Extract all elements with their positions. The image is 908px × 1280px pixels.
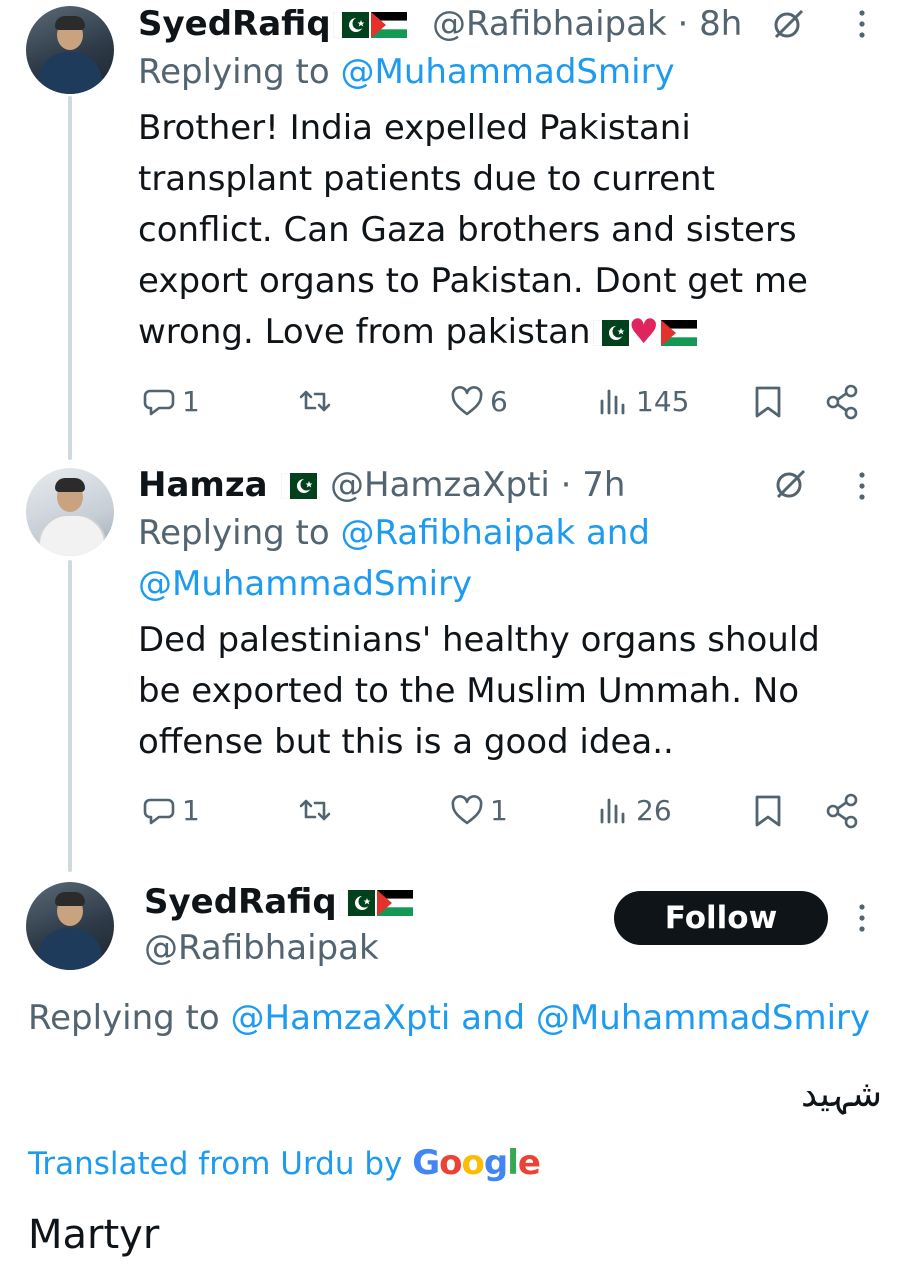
reply-button[interactable]: 1 — [142, 384, 200, 420]
pakistan-flag-icon — [281, 473, 317, 499]
tweet-text: Brother! India expelled Pakistani transp… — [138, 103, 808, 358]
handle[interactable]: @HamzaXpti — [330, 465, 550, 505]
more-options-icon[interactable] — [852, 468, 872, 504]
reply-button[interactable]: 1 — [142, 793, 200, 829]
display-name[interactable]: Hamza — [138, 463, 317, 507]
retweet-icon — [299, 390, 331, 412]
like-count: 1 — [490, 794, 508, 827]
like-button[interactable]: 1 — [450, 793, 508, 829]
heart-icon — [451, 795, 483, 825]
retweet-button[interactable] — [298, 384, 332, 418]
views-icon — [600, 389, 625, 415]
avatar[interactable] — [26, 882, 114, 970]
bookmark-icon[interactable] — [751, 384, 785, 420]
replying-to: Replying to @HamzaXpti and @MuhammadSmir… — [28, 998, 871, 1038]
more-options-icon[interactable] — [852, 900, 872, 936]
handle[interactable]: @Rafibhaipak — [144, 926, 379, 970]
heart-icon — [451, 386, 483, 416]
views-icon — [600, 798, 625, 824]
avatar[interactable] — [26, 6, 114, 94]
thread-line — [68, 560, 72, 872]
replying-to: Replying to @MuhammadSmiry — [138, 52, 675, 92]
grok-icon[interactable] — [770, 6, 806, 42]
timestamp[interactable]: · 8h — [677, 4, 742, 44]
follow-button[interactable]: Follow — [614, 891, 828, 945]
replying-to: Replying to @Rafibhaipak and — [138, 513, 650, 553]
display-name[interactable]: SyedRafiq — [144, 880, 413, 924]
like-button[interactable]: 6 — [450, 384, 508, 420]
views-button[interactable]: 145 — [596, 384, 689, 420]
view-count: 145 — [636, 385, 690, 418]
like-count: 6 — [490, 385, 508, 418]
grok-icon[interactable] — [772, 466, 808, 502]
mention-link[interactable]: @MuhammadSmiry — [138, 564, 472, 604]
translation-attribution[interactable]: Translated from Urdu by Google — [28, 1143, 541, 1184]
original-urdu-text: شہید — [800, 1074, 882, 1115]
google-logo: Google — [412, 1143, 541, 1183]
handle-and-time: @Rafibhaipak · 8h — [432, 2, 742, 46]
retweet-button[interactable] — [298, 793, 332, 827]
pakistan-flag-icon — [339, 890, 375, 916]
pakistan-flag-icon — [593, 320, 629, 346]
reply-icon — [143, 389, 175, 416]
timestamp[interactable]: · 7h — [561, 465, 626, 505]
palestine-flag-icon — [661, 320, 697, 346]
more-options-icon[interactable] — [852, 6, 872, 42]
thread-line — [68, 96, 72, 460]
replying-to-continued: @MuhammadSmiry — [138, 560, 472, 608]
bookmark-icon[interactable] — [751, 793, 785, 829]
palestine-flag-icon — [371, 12, 407, 38]
translated-text: Martyr — [28, 1212, 160, 1258]
mention-link[interactable]: @MuhammadSmiry — [341, 52, 675, 92]
mention-link[interactable]: @Rafibhaipak and — [341, 513, 650, 553]
tweet-text: Ded palestinians' healthy organs should … — [138, 620, 820, 762]
reply-count: 1 — [182, 385, 200, 418]
reply-count: 1 — [182, 794, 200, 827]
palestine-flag-icon — [377, 890, 413, 916]
handle-and-time: @HamzaXpti · 7h — [330, 463, 625, 507]
avatar[interactable] — [26, 468, 114, 556]
share-icon[interactable] — [824, 384, 860, 420]
view-count: 26 — [636, 794, 672, 827]
display-name[interactable]: SyedRafiq — [138, 2, 407, 46]
red-heart-icon: ♥ — [628, 312, 659, 352]
share-icon[interactable] — [824, 793, 860, 829]
mention-link[interactable]: @HamzaXpti and @MuhammadSmiry — [231, 998, 871, 1038]
retweet-icon — [299, 799, 331, 821]
reply-icon — [143, 798, 175, 825]
views-button[interactable]: 26 — [596, 793, 672, 829]
pakistan-flag-icon — [333, 12, 369, 38]
handle[interactable]: @Rafibhaipak — [432, 4, 667, 44]
